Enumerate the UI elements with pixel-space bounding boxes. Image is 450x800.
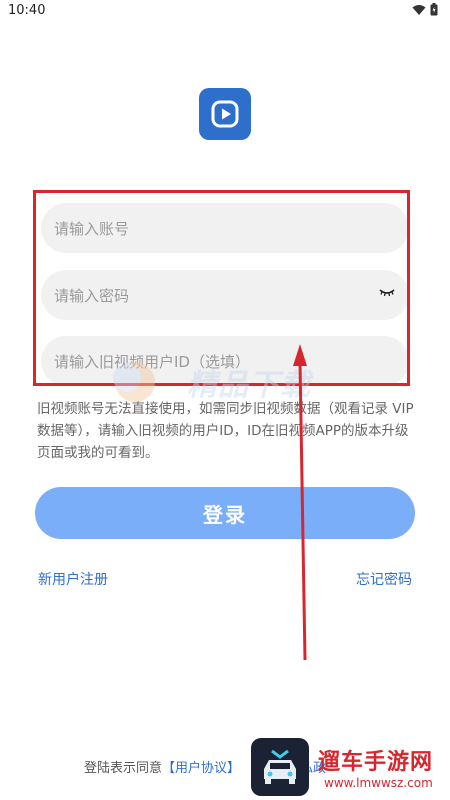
highlight-box (33, 190, 410, 386)
app-logo (199, 88, 251, 140)
login-button[interactable]: 登录 (35, 487, 415, 539)
car-icon (264, 749, 296, 784)
hint-text: 旧视频账号无法直接使用，如需同步旧视频数据（观看记录 VIP数据等），请输入旧视… (37, 401, 414, 461)
status-time: 10:40 (8, 3, 46, 18)
agreement-prefix: 登陆表示同意 (84, 761, 163, 776)
register-link[interactable]: 新用户注册 (38, 569, 108, 589)
forgot-password-link[interactable]: 忘记密码 (356, 569, 412, 589)
play-icon (211, 100, 239, 128)
login-button-label: 登录 (203, 502, 247, 527)
site-logo: 遛车手游网 www.lmwwsz.com (318, 750, 446, 790)
site-badge (251, 738, 309, 796)
site-url: www.lmwwsz.com (324, 776, 433, 790)
user-agreement-link[interactable]: 【用户协议】 (162, 761, 240, 776)
status-icons (412, 3, 438, 16)
site-name: 遛车手游网 (318, 750, 434, 775)
status-bar: 10:40 (0, 0, 450, 22)
wifi-icon (412, 4, 426, 15)
battery-icon (430, 3, 438, 16)
